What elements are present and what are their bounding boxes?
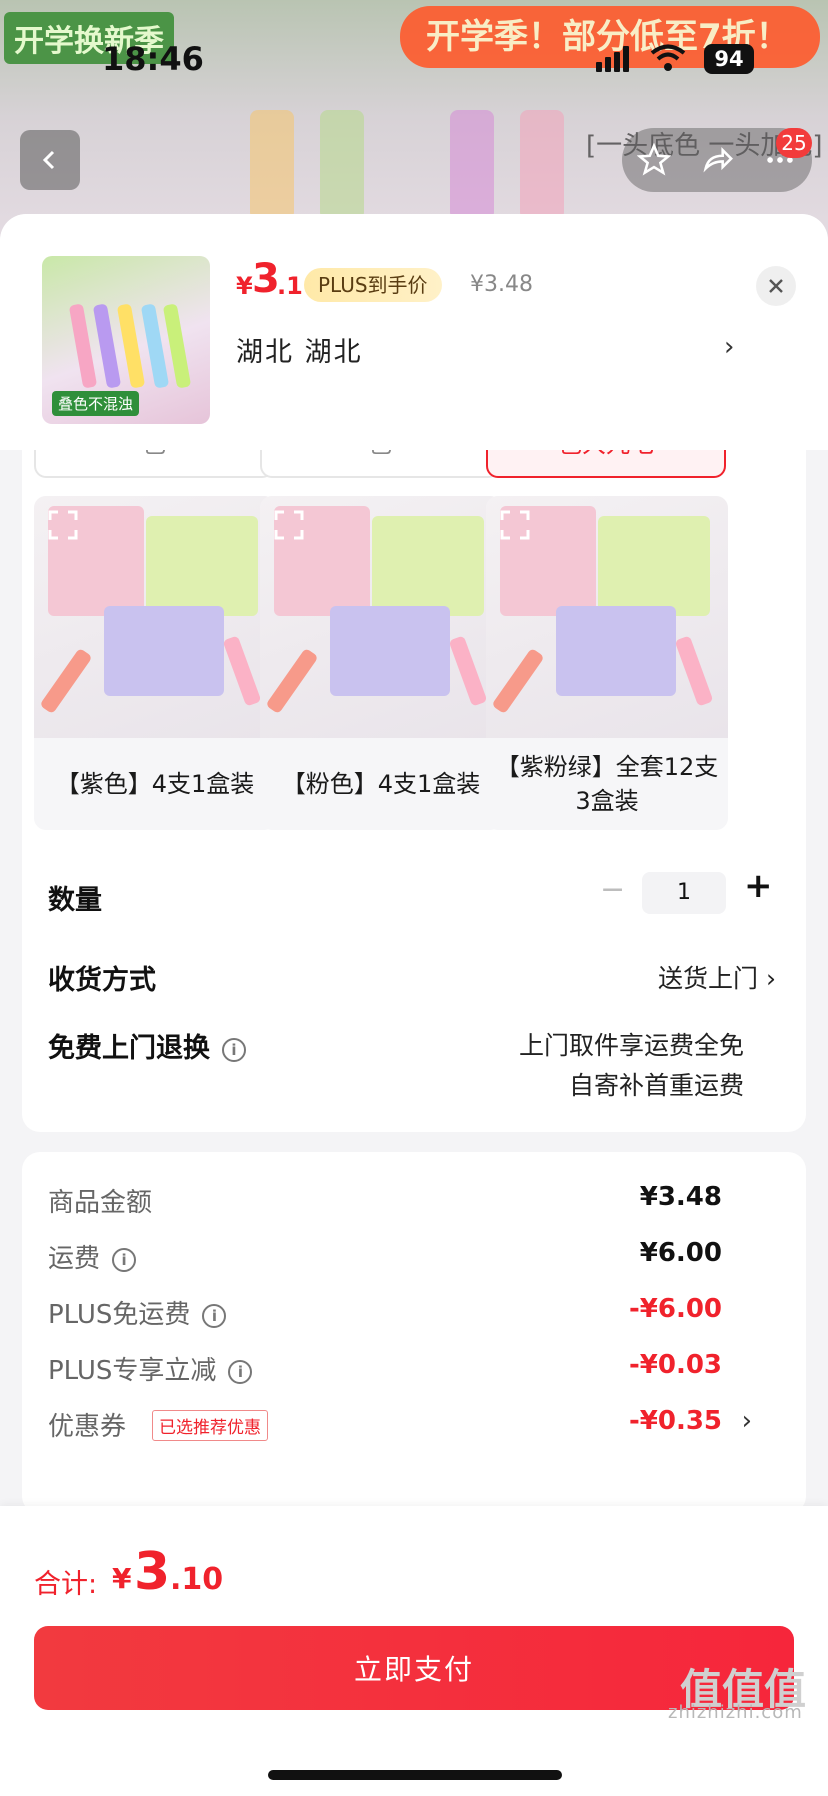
info-icon[interactable]: i xyxy=(202,1303,227,1328)
variant-image xyxy=(260,496,502,738)
delivery-region[interactable]: 湖北 湖北 xyxy=(236,330,363,369)
total-integer: 3 xyxy=(134,1542,171,1602)
message-count-badge: 25 xyxy=(776,128,812,158)
price-decimal: .1 xyxy=(277,272,303,300)
coupon-tag: 已选推荐优惠 xyxy=(152,1410,268,1441)
total-currency: ¥ xyxy=(112,1562,132,1595)
variant-pen xyxy=(448,635,488,707)
star-icon[interactable] xyxy=(636,143,671,177)
share-icon[interactable] xyxy=(700,143,734,177)
summary-label-text: PLUS免运费 xyxy=(48,1300,191,1330)
variant-image xyxy=(34,496,276,738)
variant-image xyxy=(486,496,728,738)
backdrop-pen xyxy=(320,110,364,220)
variant-box xyxy=(146,516,258,616)
summary-label: PLUS免运费 i xyxy=(48,1294,227,1331)
summary-row-coupon[interactable]: 优惠券 已选推荐优惠 -¥0.35 › xyxy=(48,1406,780,1446)
variant-pen xyxy=(265,647,319,715)
summary-label-text: 运费 xyxy=(48,1244,101,1274)
summary-value: ¥3.48 xyxy=(639,1182,722,1212)
summary-row-plus-discount: PLUS专享立减 i -¥0.03 xyxy=(48,1350,780,1390)
free-return-label: 免费上门退换 i xyxy=(48,1026,246,1065)
info-icon[interactable]: i xyxy=(112,1247,137,1272)
product-thumbnail[interactable]: 叠色不混浊 xyxy=(42,256,210,424)
quantity-decrement-button[interactable]: − xyxy=(600,872,625,907)
variant-label: 【紫粉绿】全套12支3盒装 xyxy=(495,753,719,815)
summary-row-goods: 商品金额 ¥3.48 xyxy=(48,1182,780,1222)
free-return-text: 免费上门退换 xyxy=(48,1033,210,1064)
summary-label-text: PLUS专享立减 xyxy=(48,1356,217,1386)
variant-box xyxy=(598,516,710,616)
variant-card-full-set[interactable]: 【紫粉绿】全套12支3盒装 xyxy=(486,496,728,830)
plus-price-badge: PLUS到手价 xyxy=(304,268,442,302)
variant-pen xyxy=(674,635,714,707)
sheet-header: 叠色不混浊 ¥ 3 .1 PLUS到手价 ¥3.48 湖北 湖北 › xyxy=(0,214,828,450)
wifi-icon xyxy=(650,44,686,71)
backdrop-pen xyxy=(450,110,494,220)
variant-card-purple[interactable]: 【紫色】4支1盒装 xyxy=(34,496,276,830)
info-icon[interactable]: i xyxy=(228,1359,253,1384)
expand-icon[interactable] xyxy=(500,510,530,540)
summary-value: -¥6.00 xyxy=(628,1294,722,1324)
cellular-signal-icon xyxy=(596,46,629,72)
total-label: 合计: xyxy=(34,1569,98,1600)
battery-indicator: 94 xyxy=(704,44,754,74)
variant-pen xyxy=(222,635,262,707)
summary-value: -¥0.03 xyxy=(628,1350,722,1380)
thumb-pen xyxy=(68,303,98,389)
watermark-text: zhizhizhi.com xyxy=(668,1702,803,1723)
shipping-method-value[interactable]: 送货上门 › xyxy=(658,959,776,995)
original-price: ¥3.48 xyxy=(470,272,533,297)
variant-label: 【紫色】4支1盒装 xyxy=(55,770,255,798)
summary-value: -¥0.35 xyxy=(628,1406,722,1436)
thumb-pen xyxy=(116,303,146,389)
summary-label: 商品金额 xyxy=(48,1188,153,1218)
return-policy-line: 上门取件享运费全免 xyxy=(518,1031,744,1060)
backdrop-pen xyxy=(250,110,294,220)
expand-icon[interactable] xyxy=(48,510,78,540)
checkout-footer: 合计: ¥ 3 .10 立即支付 值值值 zhizhizhi.com xyxy=(0,1506,828,1796)
summary-value: ¥6.00 xyxy=(639,1238,722,1268)
chevron-right-icon[interactable]: › xyxy=(742,1406,752,1436)
shipping-method-label: 收货方式 xyxy=(48,965,156,996)
price-summary-card: 商品金额 ¥3.48 运费 i ¥6.00 PLUS免运费 i -¥6.00 PLU… xyxy=(22,1152,806,1514)
backdrop-pen xyxy=(520,110,564,220)
expand-icon[interactable] xyxy=(274,510,304,540)
price-integer: 3 xyxy=(252,256,280,302)
variant-pen xyxy=(39,647,93,715)
info-icon[interactable]: i xyxy=(222,1037,246,1062)
variant-box xyxy=(556,606,676,696)
home-indicator[interactable] xyxy=(268,1770,562,1780)
total-decimal: .10 xyxy=(170,1562,224,1597)
quantity-label: 数量 xyxy=(48,885,102,916)
variant-card-pink[interactable]: 【粉色】4支1盒装 xyxy=(260,496,502,830)
summary-label: 运费 i xyxy=(48,1238,137,1275)
close-icon xyxy=(769,279,783,293)
variant-box xyxy=(372,516,484,616)
summary-row-freight: 运费 i ¥6.00 xyxy=(48,1238,780,1278)
chevron-left-icon xyxy=(42,150,55,170)
close-button[interactable] xyxy=(756,266,796,306)
variant-label: 【粉色】4支1盒装 xyxy=(281,770,481,798)
quantity-increment-button[interactable]: + xyxy=(744,866,773,906)
summary-row-plus-free-shipping: PLUS免运费 i -¥6.00 xyxy=(48,1294,780,1334)
summary-label: 优惠券 xyxy=(48,1412,127,1442)
back-button[interactable] xyxy=(20,130,80,190)
quantity-input[interactable]: 1 xyxy=(642,872,726,914)
thumbnail-tag: 叠色不混浊 xyxy=(52,391,140,416)
thumb-pen xyxy=(92,303,122,389)
price-currency: ¥ xyxy=(236,272,253,300)
chevron-right-icon[interactable]: › xyxy=(724,332,734,362)
variant-box xyxy=(330,606,450,696)
variant-box xyxy=(104,606,224,696)
variant-pen xyxy=(491,647,545,715)
status-time: 18:46 xyxy=(102,40,204,78)
summary-label: PLUS专享立减 i xyxy=(48,1350,253,1387)
return-policy-line: 自寄补首重运费 xyxy=(568,1071,744,1100)
